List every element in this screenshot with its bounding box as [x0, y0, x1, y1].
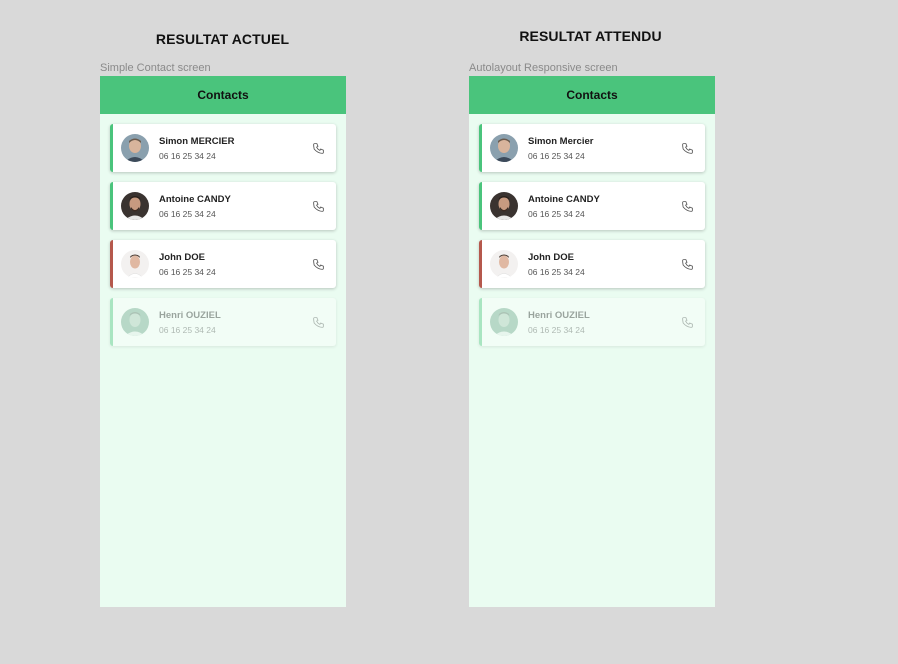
- app-header: Contacts: [100, 76, 346, 114]
- avatar: [121, 250, 149, 278]
- contact-name: Henri OUZIEL: [159, 309, 221, 321]
- avatar: [121, 134, 149, 162]
- contact-phone: 06 16 25 34 24: [159, 150, 216, 161]
- contact-card[interactable]: Antoine CANDY 06 16 25 34 24: [479, 182, 705, 230]
- contact-name: Simon Mercier: [528, 135, 594, 147]
- contact-phone: 06 16 25 34 24: [159, 208, 216, 219]
- contact-card[interactable]: Antoine CANDY 06 16 25 34 24: [110, 182, 336, 230]
- contact-card[interactable]: John DOE 06 16 25 34 24: [479, 240, 705, 288]
- app-header: Contacts: [469, 76, 715, 114]
- right-frame-label: Autolayout Responsive screen: [469, 62, 618, 74]
- contact-name: Antoine CANDY: [528, 193, 600, 205]
- avatar: [490, 250, 518, 278]
- avatar: [490, 308, 518, 336]
- avatar: [121, 308, 149, 336]
- right-contact-screen: Contacts Simon Mercier 06 16 25 34 24 An…: [469, 76, 715, 607]
- contact-card[interactable]: John DOE 06 16 25 34 24: [110, 240, 336, 288]
- left-column-title: RESULTAT ACTUEL: [155, 31, 290, 47]
- contact-info: Antoine CANDY 06 16 25 34 24: [528, 194, 679, 219]
- header-title: Contacts: [197, 88, 249, 102]
- contact-phone: 06 16 25 34 24: [159, 266, 216, 277]
- contact-card[interactable]: Simon Mercier 06 16 25 34 24: [479, 124, 705, 172]
- contact-name: John DOE: [159, 251, 205, 263]
- contact-list: Simon Mercier 06 16 25 34 24 Antoine CAN…: [469, 114, 715, 346]
- phone-icon[interactable]: [310, 256, 326, 272]
- contact-info: Henri OUZIEL 06 16 25 34 24: [159, 310, 310, 335]
- contact-name: Simon MERCIER: [159, 135, 235, 147]
- contact-info: John DOE 06 16 25 34 24: [159, 252, 310, 277]
- phone-icon[interactable]: [310, 314, 326, 330]
- phone-icon[interactable]: [679, 314, 695, 330]
- phone-icon[interactable]: [310, 140, 326, 156]
- avatar: [490, 134, 518, 162]
- left-frame-label: Simple Contact screen: [100, 62, 211, 74]
- avatar: [121, 192, 149, 220]
- contact-phone: 06 16 25 34 24: [528, 208, 585, 219]
- contact-phone: 06 16 25 34 24: [528, 324, 585, 335]
- header-title: Contacts: [566, 88, 618, 102]
- contact-info: Simon MERCIER 06 16 25 34 24: [159, 136, 310, 161]
- avatar: [490, 192, 518, 220]
- contact-list: Simon MERCIER 06 16 25 34 24 Antoine CAN…: [100, 114, 346, 346]
- contact-phone: 06 16 25 34 24: [159, 324, 216, 335]
- contact-info: John DOE 06 16 25 34 24: [528, 252, 679, 277]
- contact-name: Antoine CANDY: [159, 193, 231, 205]
- contact-phone: 06 16 25 34 24: [528, 266, 585, 277]
- contact-info: Henri OUZIEL 06 16 25 34 24: [528, 310, 679, 335]
- contact-name: John DOE: [528, 251, 574, 263]
- contact-card[interactable]: Henri OUZIEL 06 16 25 34 24: [479, 298, 705, 346]
- phone-icon[interactable]: [310, 198, 326, 214]
- contact-info: Simon Mercier 06 16 25 34 24: [528, 136, 679, 161]
- left-contact-screen: Contacts Simon MERCIER 06 16 25 34 24 An…: [100, 76, 346, 607]
- contact-info: Antoine CANDY 06 16 25 34 24: [159, 194, 310, 219]
- phone-icon[interactable]: [679, 256, 695, 272]
- contact-phone: 06 16 25 34 24: [528, 150, 585, 161]
- contact-card[interactable]: Simon MERCIER 06 16 25 34 24: [110, 124, 336, 172]
- contact-card[interactable]: Henri OUZIEL 06 16 25 34 24: [110, 298, 336, 346]
- contact-name: Henri OUZIEL: [528, 309, 590, 321]
- right-column-title: RESULTAT ATTENDU: [519, 28, 662, 44]
- phone-icon[interactable]: [679, 198, 695, 214]
- phone-icon[interactable]: [679, 140, 695, 156]
